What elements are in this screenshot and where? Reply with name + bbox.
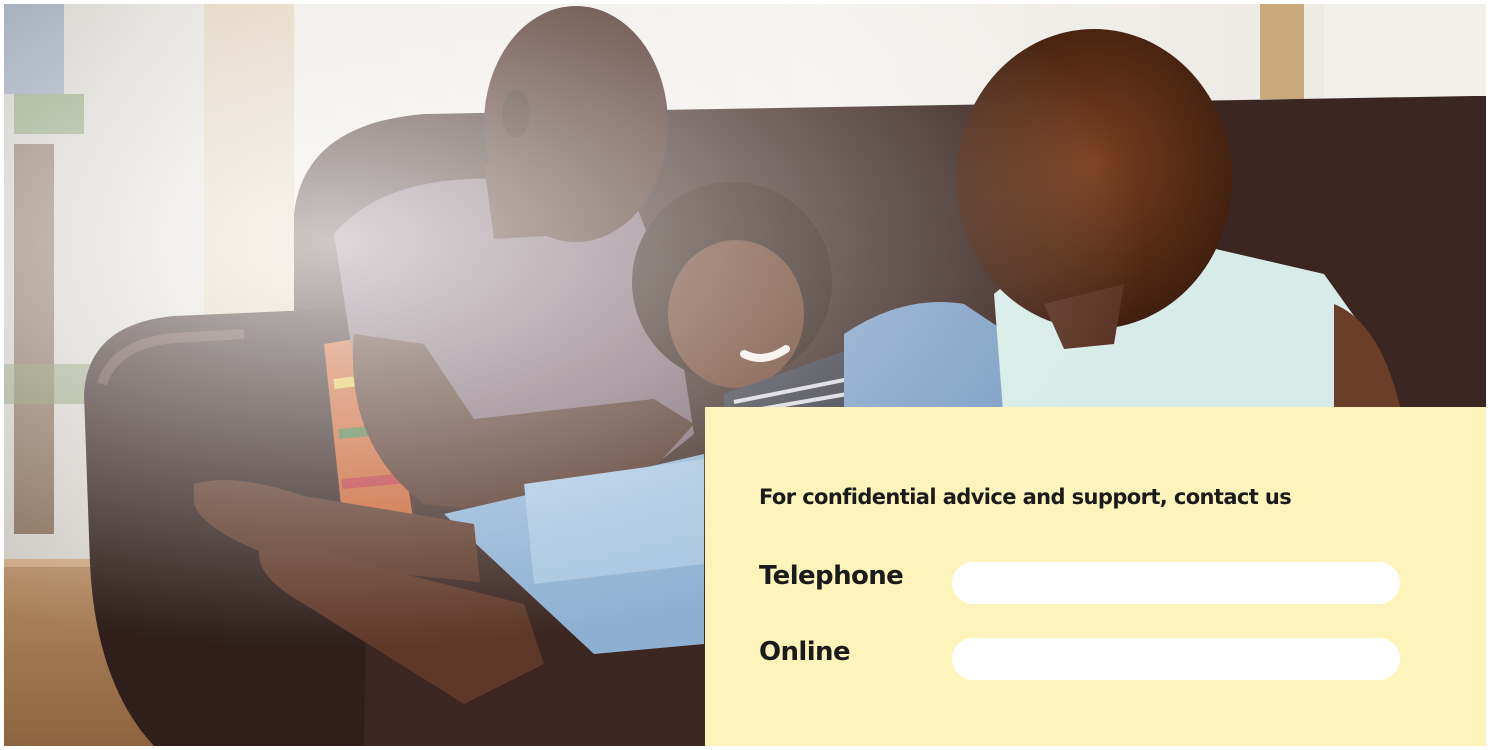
poster: For confidential advice and support, con… bbox=[4, 4, 1486, 746]
online-label: Online bbox=[759, 637, 851, 667]
telephone-field[interactable] bbox=[952, 562, 1400, 604]
online-field[interactable] bbox=[952, 638, 1400, 680]
contact-heading: For confidential advice and support, con… bbox=[759, 485, 1292, 509]
contact-panel: For confidential advice and support, con… bbox=[705, 407, 1486, 746]
telephone-label: Telephone bbox=[759, 561, 904, 591]
